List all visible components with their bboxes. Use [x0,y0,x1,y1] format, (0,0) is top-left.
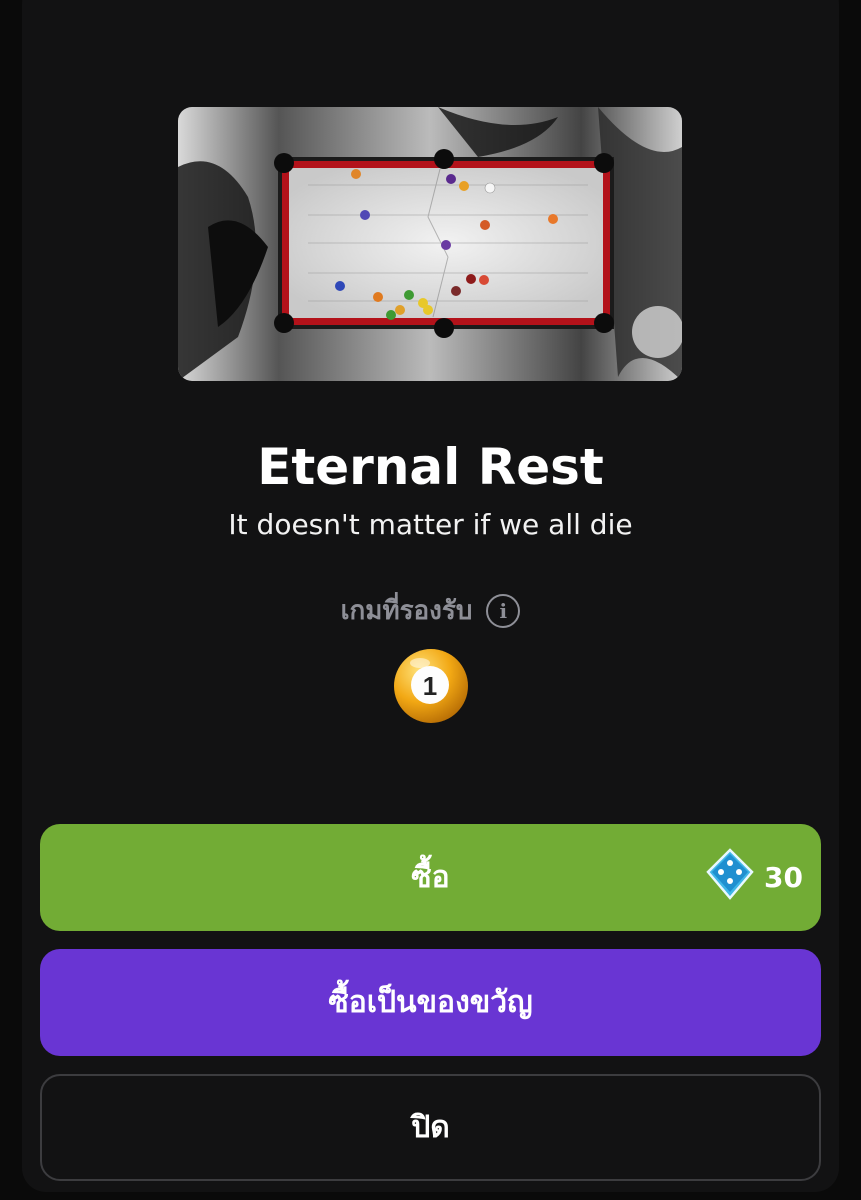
buy-button[interactable]: ซื้อ 30 [40,824,821,931]
item-title: Eternal Rest [257,438,604,496]
gift-button-label: ซื้อเป็นของขวัญ [328,985,533,1020]
close-button[interactable]: ปิด [40,1074,821,1181]
supported-games-row: เกมที่รองรับ i [0,590,861,631]
table-preview-image [178,107,682,381]
info-icon[interactable]: i [486,593,521,628]
item-subtitle: It doesn't matter if we all die [228,508,633,541]
price-tag: 30 [706,847,803,908]
supported-games-label: เกมที่รองรับ [340,596,473,626]
8ball-one-icon: 1 [392,647,470,725]
dice-gem-icon [706,847,754,908]
close-button-label: ปิด [411,1110,450,1145]
buy-button-label: ซื้อ [411,860,450,895]
game-number-label: 1 [423,671,437,701]
buy-as-gift-button[interactable]: ซื้อเป็นของขวัญ [40,949,821,1056]
price-value: 30 [764,861,803,894]
